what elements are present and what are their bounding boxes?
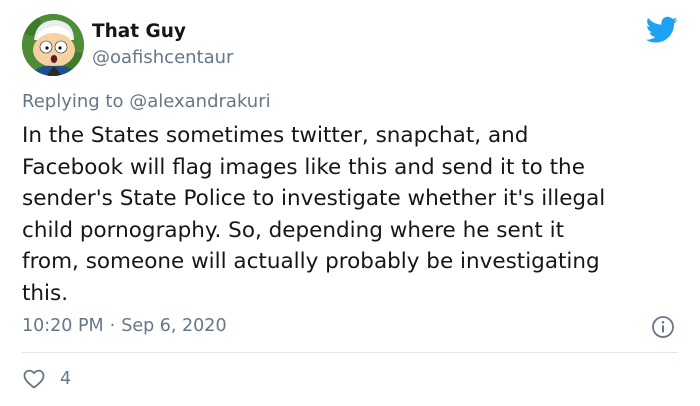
reply-prefix: Replying to: [22, 91, 130, 112]
like-button[interactable]: 4: [22, 366, 71, 392]
tweet-text: In the States sometimes twitter, snapcha…: [22, 123, 606, 306]
reply-context: Replying to @alexandrakuri: [22, 91, 271, 112]
avatar[interactable]: [22, 14, 84, 76]
user-handle[interactable]: @oafishcentaur: [92, 47, 233, 68]
cartoon-character-avatar: [22, 14, 84, 76]
heart-icon: [23, 369, 45, 389]
tweet-time[interactable]: 10:20 PM: [22, 316, 104, 336]
reply-mention-link[interactable]: @alexandrakuri: [129, 91, 270, 112]
meta-separator: ·: [109, 316, 116, 336]
display-name[interactable]: That Guy: [92, 21, 186, 42]
tweet-timestamp: 10:20 PM · Sep 6, 2020: [22, 316, 227, 336]
twitter-bird-icon[interactable]: [646, 16, 678, 44]
divider: [22, 352, 678, 353]
tweet-card: That Guy @oafishcentaur Replying to @ale…: [0, 0, 700, 406]
tweet-date[interactable]: Sep 6, 2020: [121, 316, 226, 336]
info-icon[interactable]: [651, 315, 675, 339]
like-count: 4: [60, 369, 72, 389]
